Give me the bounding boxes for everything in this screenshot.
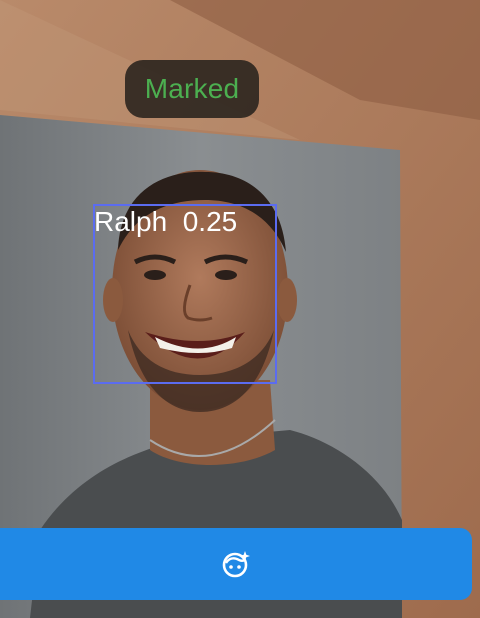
face-label: Ralph 0.25 xyxy=(94,204,237,240)
status-badge: Marked xyxy=(125,60,259,118)
face-sparkle-icon xyxy=(222,551,250,578)
face-scan-button[interactable] xyxy=(0,528,472,600)
face-name: Ralph xyxy=(94,206,168,237)
face-score: 0.25 xyxy=(182,206,238,237)
